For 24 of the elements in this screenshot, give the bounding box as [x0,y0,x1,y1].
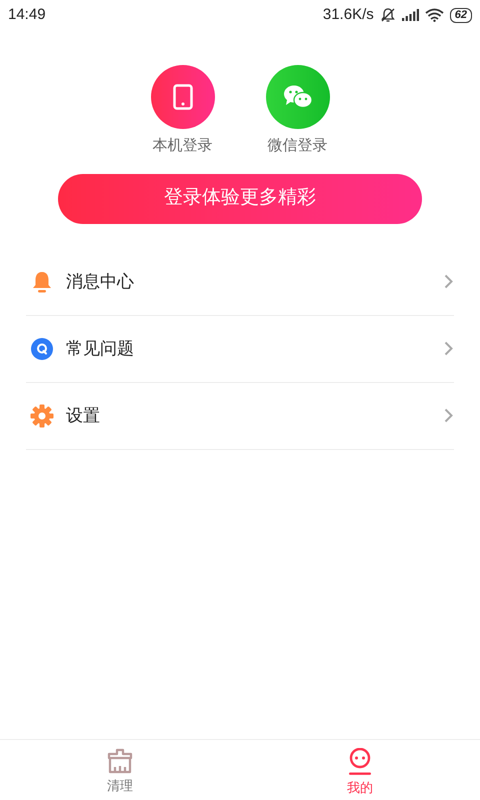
network-speed: 31.6K/s [322,4,374,25]
chevron-right-icon [444,341,453,356]
gear-icon [30,404,54,428]
signal-icon [402,9,419,21]
login-option-label: 本机登录 [152,136,212,156]
muted-bell-icon [380,7,396,23]
menu-item[interactable]: 设置 [26,382,454,450]
menu-item[interactable]: 常见问题 [26,316,454,382]
login-button[interactable]: 登录体验更多精彩 [58,174,422,224]
broom-icon [106,748,134,774]
question-badge-icon [31,338,53,360]
smiley-icon [347,748,373,776]
menu-item[interactable]: 消息中心 [26,248,454,316]
bell-icon [31,270,53,292]
wifi-icon [424,8,444,22]
chat-bubbles-icon [282,84,312,110]
status-time: 14:49 [8,4,46,25]
chevron-right-icon [444,408,453,423]
tablet-icon [172,84,192,110]
nav-tab[interactable]: 清理 [0,740,240,800]
login-option-label: 微信登录 [268,136,328,156]
chevron-right-icon [444,274,453,289]
battery-indicator: 62 [450,8,472,22]
nav-tab[interactable]: 我的 [240,740,480,800]
